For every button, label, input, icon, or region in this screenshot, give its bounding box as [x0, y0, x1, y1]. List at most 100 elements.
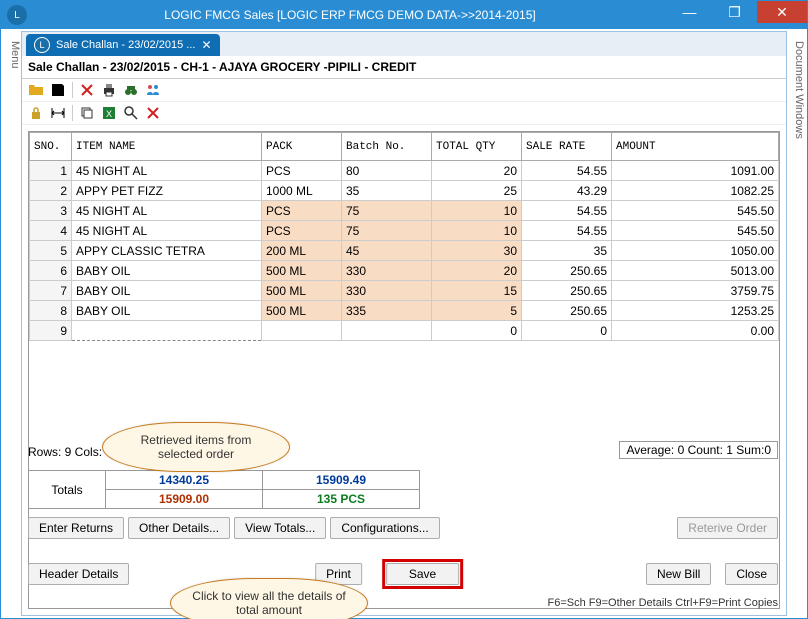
col-sno[interactable]: SNO. — [30, 133, 72, 161]
cell[interactable]: 1000 ML — [262, 181, 342, 201]
cell[interactable]: 35 — [522, 241, 612, 261]
cell[interactable]: 5 — [30, 241, 72, 261]
retrieve-order-button[interactable]: Reterive Order — [677, 517, 778, 539]
people-icon[interactable] — [145, 82, 161, 98]
cell[interactable]: 5 — [432, 301, 522, 321]
cell[interactable]: 335 — [342, 301, 432, 321]
col-sale-rate[interactable]: SALE RATE — [522, 133, 612, 161]
table-row[interactable]: 345 NIGHT ALPCS751054.55545.50 — [30, 201, 779, 221]
col-item-name[interactable]: ITEM NAME — [72, 133, 262, 161]
cell[interactable]: 45 NIGHT AL — [72, 161, 262, 181]
expand-width-icon[interactable] — [50, 105, 66, 121]
cell[interactable]: 1050.00 — [612, 241, 779, 261]
tab-close-icon[interactable]: ✕ — [201, 38, 211, 52]
cell[interactable]: 75 — [342, 201, 432, 221]
lock-icon[interactable] — [28, 105, 44, 121]
cell[interactable]: 4 — [30, 221, 72, 241]
new-bill-button[interactable]: New Bill — [646, 563, 711, 585]
cell[interactable]: 0.00 — [612, 321, 779, 341]
cell[interactable] — [342, 321, 432, 341]
cell[interactable]: 5013.00 — [612, 261, 779, 281]
configurations-button[interactable]: Configurations... — [330, 517, 439, 539]
cell[interactable]: 330 — [342, 261, 432, 281]
clear-icon[interactable] — [145, 105, 161, 121]
table-row[interactable]: 445 NIGHT ALPCS751054.55545.50 — [30, 221, 779, 241]
table-row[interactable]: 7BABY OIL500 ML33015250.653759.75 — [30, 281, 779, 301]
find-icon[interactable] — [123, 105, 139, 121]
cell[interactable]: 1253.25 — [612, 301, 779, 321]
cell[interactable]: PCS — [262, 221, 342, 241]
col-amount[interactable]: AMOUNT — [612, 133, 779, 161]
cell[interactable]: 35 — [342, 181, 432, 201]
table-row[interactable]: 145 NIGHT ALPCS802054.551091.00 — [30, 161, 779, 181]
enter-returns-button[interactable]: Enter Returns — [28, 517, 124, 539]
cell[interactable]: 200 ML — [262, 241, 342, 261]
cell[interactable]: 500 ML — [262, 261, 342, 281]
cell[interactable]: 10 — [432, 221, 522, 241]
items-grid[interactable]: SNO. ITEM NAME PACK Batch No. TOTAL QTY … — [29, 132, 779, 341]
cell[interactable]: 545.50 — [612, 201, 779, 221]
cell[interactable]: 9 — [30, 321, 72, 341]
cell[interactable]: PCS — [262, 201, 342, 221]
save-button[interactable]: Save — [386, 563, 459, 585]
cell[interactable]: 3759.75 — [612, 281, 779, 301]
open-icon[interactable] — [28, 82, 44, 98]
table-row[interactable]: 6BABY OIL500 ML33020250.655013.00 — [30, 261, 779, 281]
other-details-button[interactable]: Other Details... — [128, 517, 230, 539]
cell[interactable]: 54.55 — [522, 161, 612, 181]
cell[interactable]: 45 — [342, 241, 432, 261]
close-button[interactable]: Close — [725, 563, 778, 585]
cell[interactable]: 20 — [432, 161, 522, 181]
cell[interactable]: 25 — [432, 181, 522, 201]
cell[interactable]: 54.55 — [522, 221, 612, 241]
cell[interactable]: 6 — [30, 261, 72, 281]
view-totals-button[interactable]: View Totals... — [234, 517, 326, 539]
cell[interactable]: 0 — [522, 321, 612, 341]
cell[interactable]: 500 ML — [262, 281, 342, 301]
delete-icon[interactable] — [79, 82, 95, 98]
cell[interactable]: 15 — [432, 281, 522, 301]
cell[interactable]: 75 — [342, 221, 432, 241]
close-window-button[interactable]: ✕ — [757, 1, 807, 23]
excel-icon[interactable]: X — [101, 105, 117, 121]
copy-icon[interactable] — [79, 105, 95, 121]
cell[interactable]: BABY OIL — [72, 281, 262, 301]
cell[interactable]: 45 NIGHT AL — [72, 201, 262, 221]
cell[interactable]: 2 — [30, 181, 72, 201]
tab-sale-challan[interactable]: L Sale Challan - 23/02/2015 ... ✕ — [26, 34, 220, 56]
cell[interactable]: 8 — [30, 301, 72, 321]
cell[interactable]: 250.65 — [522, 301, 612, 321]
cell[interactable]: 1091.00 — [612, 161, 779, 181]
cell[interactable]: 545.50 — [612, 221, 779, 241]
cell[interactable]: 20 — [432, 261, 522, 281]
cell[interactable]: APPY PET FIZZ — [72, 181, 262, 201]
cell[interactable]: 3 — [30, 201, 72, 221]
cell[interactable]: BABY OIL — [72, 261, 262, 281]
cell[interactable]: 54.55 — [522, 201, 612, 221]
cell[interactable]: 7 — [30, 281, 72, 301]
table-row[interactable]: 8BABY OIL500 ML3355250.651253.25 — [30, 301, 779, 321]
cell[interactable]: 0 — [432, 321, 522, 341]
minimize-button[interactable]: — — [667, 1, 712, 23]
cell[interactable] — [72, 321, 262, 341]
header-details-button[interactable]: Header Details — [28, 563, 129, 585]
cell[interactable]: PCS — [262, 161, 342, 181]
document-windows-side-tab[interactable]: Document Windows — [787, 37, 805, 139]
col-pack[interactable]: PACK — [262, 133, 342, 161]
cell[interactable]: 330 — [342, 281, 432, 301]
col-batch[interactable]: Batch No. — [342, 133, 432, 161]
cell[interactable]: 80 — [342, 161, 432, 181]
cell[interactable]: 10 — [432, 201, 522, 221]
print-icon[interactable] — [101, 82, 117, 98]
table-row[interactable]: 9000.00 — [30, 321, 779, 341]
cell[interactable]: APPY CLASSIC TETRA — [72, 241, 262, 261]
cell[interactable]: 43.29 — [522, 181, 612, 201]
maximize-button[interactable]: ❐ — [712, 1, 757, 23]
cell[interactable]: 250.65 — [522, 261, 612, 281]
cell[interactable]: 500 ML — [262, 301, 342, 321]
cell[interactable]: 250.65 — [522, 281, 612, 301]
cell[interactable]: BABY OIL — [72, 301, 262, 321]
cell[interactable]: 1082.25 — [612, 181, 779, 201]
table-row[interactable]: 2APPY PET FIZZ1000 ML352543.291082.25 — [30, 181, 779, 201]
cell[interactable] — [262, 321, 342, 341]
